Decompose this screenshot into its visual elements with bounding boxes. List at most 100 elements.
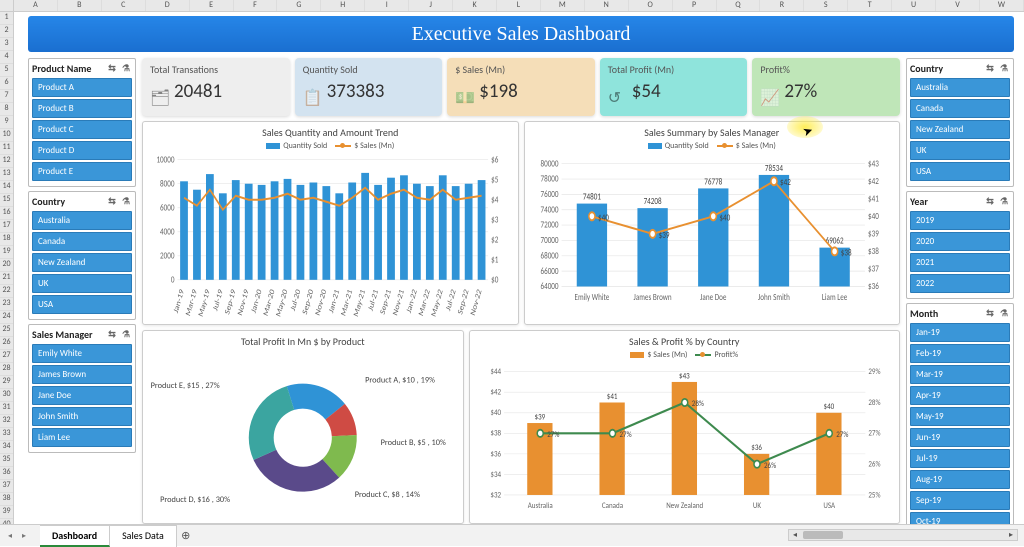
row-header[interactable]: 6 — [0, 77, 13, 90]
row-header[interactable]: 1 — [0, 12, 13, 25]
add-sheet-button[interactable]: ⊕ — [177, 529, 195, 542]
col-header[interactable]: P — [673, 0, 717, 11]
clear-filter-icon[interactable]: ⚗ — [998, 63, 1010, 75]
col-header[interactable]: T — [848, 0, 892, 11]
col-header[interactable]: U — [892, 0, 936, 11]
row-header[interactable]: 28 — [0, 363, 13, 376]
row-header[interactable]: 25 — [0, 324, 13, 337]
slicer-item[interactable]: UK — [910, 141, 1010, 160]
slicer-item[interactable]: USA — [32, 295, 132, 314]
row-header[interactable]: 15 — [0, 194, 13, 207]
sheet-tab[interactable]: Dashboard — [40, 525, 110, 547]
col-header[interactable]: N — [585, 0, 629, 11]
row-header[interactable]: 27 — [0, 350, 13, 363]
row-header[interactable]: 30 — [0, 389, 13, 402]
horizontal-scrollbar[interactable]: ◂ ▸ — [788, 529, 1018, 541]
row-header[interactable]: 10 — [0, 129, 13, 142]
row-header[interactable]: 7 — [0, 90, 13, 103]
multi-select-icon[interactable]: ⇆ — [984, 196, 996, 208]
row-header[interactable]: 33 — [0, 428, 13, 441]
tab-nav-first-icon[interactable]: ◂ — [4, 529, 16, 543]
scroll-right-icon[interactable]: ▸ — [1005, 530, 1017, 540]
row-header[interactable]: 36 — [0, 467, 13, 480]
col-header[interactable]: I — [365, 0, 409, 11]
row-header[interactable]: 26 — [0, 337, 13, 350]
col-header[interactable]: C — [102, 0, 146, 11]
row-header[interactable]: 11 — [0, 142, 13, 155]
row-header[interactable]: 9 — [0, 116, 13, 129]
row-header[interactable]: 18 — [0, 233, 13, 246]
row-header[interactable]: 38 — [0, 493, 13, 506]
clear-filter-icon[interactable]: ⚗ — [120, 329, 132, 341]
slicer-item[interactable]: New Zealand — [32, 253, 132, 272]
slicer-item[interactable]: Feb-19 — [910, 344, 1010, 363]
row-header[interactable]: 29 — [0, 376, 13, 389]
slicer-item[interactable]: Emily White — [32, 344, 132, 363]
row-header[interactable]: 4 — [0, 51, 13, 64]
row-header[interactable]: 8 — [0, 103, 13, 116]
slicer-item[interactable]: Aug-19 — [910, 470, 1010, 489]
col-header[interactable]: A — [14, 0, 58, 11]
row-header[interactable]: 22 — [0, 285, 13, 298]
col-header[interactable]: R — [760, 0, 804, 11]
sheet-tab[interactable]: Sales Data — [110, 525, 177, 547]
slicer-item[interactable]: 2019 — [910, 211, 1010, 230]
col-header[interactable]: B — [58, 0, 102, 11]
row-header[interactable]: 17 — [0, 220, 13, 233]
slicer-item[interactable]: Canada — [32, 232, 132, 251]
slicer-item[interactable]: John Smith — [32, 407, 132, 426]
row-header[interactable]: 35 — [0, 454, 13, 467]
slicer-item[interactable]: Liam Lee — [32, 428, 132, 447]
scroll-thumb[interactable] — [803, 531, 843, 539]
slicer-item[interactable]: Sep-19 — [910, 491, 1010, 510]
row-header[interactable]: 3 — [0, 38, 13, 51]
col-header[interactable]: G — [277, 0, 321, 11]
col-header[interactable]: K — [453, 0, 497, 11]
row-headers[interactable]: 1234567891011121314151617181920212223242… — [0, 12, 14, 532]
slicer-item[interactable]: Product D — [32, 141, 132, 160]
row-header[interactable]: 37 — [0, 480, 13, 493]
slicer-item[interactable]: Mar-19 — [910, 365, 1010, 384]
slicer-item[interactable]: Jan-19 — [910, 323, 1010, 342]
col-header[interactable]: L — [497, 0, 541, 11]
col-header[interactable]: S — [804, 0, 848, 11]
col-header[interactable]: W — [980, 0, 1024, 11]
row-header[interactable]: 21 — [0, 272, 13, 285]
slicer-item[interactable]: 2020 — [910, 232, 1010, 251]
multi-select-icon[interactable]: ⇆ — [106, 196, 118, 208]
row-header[interactable]: 14 — [0, 181, 13, 194]
col-header[interactable]: M — [541, 0, 585, 11]
multi-select-icon[interactable]: ⇆ — [984, 63, 996, 75]
multi-select-icon[interactable]: ⇆ — [106, 329, 118, 341]
clear-filter-icon[interactable]: ⚗ — [998, 308, 1010, 320]
chart-trend[interactable]: Sales Quantity and Amount Trend Quantity… — [142, 121, 519, 325]
scroll-left-icon[interactable]: ◂ — [789, 530, 801, 540]
chart-country[interactable]: Sales & Profit % by Country $ Sales (Mn)… — [469, 330, 900, 524]
slicer-item[interactable]: Jul-19 — [910, 449, 1010, 468]
row-header[interactable]: 19 — [0, 246, 13, 259]
column-headers[interactable]: ABCDEFGHIJKLMNOPQRSTUVW — [0, 0, 1024, 12]
multi-select-icon[interactable]: ⇆ — [106, 63, 118, 75]
slicer-item[interactable]: New Zealand — [910, 120, 1010, 139]
row-header[interactable]: 32 — [0, 415, 13, 428]
col-header[interactable]: E — [190, 0, 234, 11]
row-header[interactable]: 20 — [0, 259, 13, 272]
slicer-item[interactable]: Australia — [910, 78, 1010, 97]
slicer-item[interactable]: Product B — [32, 99, 132, 118]
slicer-item[interactable]: USA — [910, 162, 1010, 181]
slicer-item[interactable]: 2022 — [910, 274, 1010, 293]
tab-nav-prev-icon[interactable]: ▸ — [18, 529, 30, 543]
slicer-item[interactable]: Product E — [32, 162, 132, 181]
col-header[interactable]: V — [936, 0, 980, 11]
row-header[interactable]: 39 — [0, 506, 13, 519]
col-header[interactable]: J — [409, 0, 453, 11]
row-header[interactable]: 16 — [0, 207, 13, 220]
col-header[interactable]: F — [234, 0, 278, 11]
row-header[interactable]: 31 — [0, 402, 13, 415]
slicer-item[interactable]: James Brown — [32, 365, 132, 384]
row-header[interactable]: 23 — [0, 298, 13, 311]
col-header[interactable]: D — [146, 0, 190, 11]
chart-donut[interactable]: Total Profit In Mn $ by Product Product … — [142, 330, 464, 524]
clear-filter-icon[interactable]: ⚗ — [120, 63, 132, 75]
col-header[interactable]: Q — [717, 0, 761, 11]
